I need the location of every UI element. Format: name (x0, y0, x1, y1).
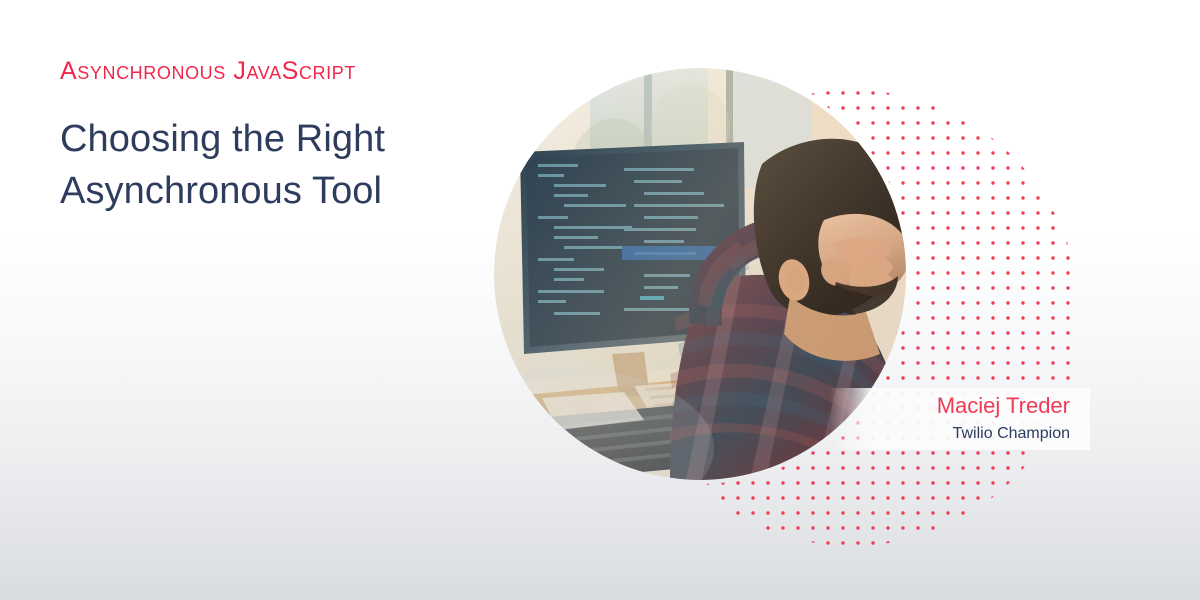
blog-header-banner: Asynchronous JavaScript Choosing the Rig… (0, 0, 1200, 600)
eyebrow-category: Asynchronous JavaScript (60, 57, 356, 85)
author-role: Twilio Champion (952, 425, 1070, 442)
page-title-line-1: Choosing the Right (60, 118, 386, 160)
hero-photo-circle (494, 68, 906, 480)
author-name: Maciej Treder (936, 393, 1070, 418)
page-title: Choosing the Right Asynchronous Tool (60, 113, 480, 217)
page-title-line-2: Asynchronous Tool (60, 170, 383, 212)
headline-block: Asynchronous JavaScript Choosing the Rig… (60, 55, 480, 217)
author-credit: Maciej Treder Twilio Champion (937, 392, 1070, 445)
frustrated-developer-at-desk-photo (494, 68, 906, 480)
